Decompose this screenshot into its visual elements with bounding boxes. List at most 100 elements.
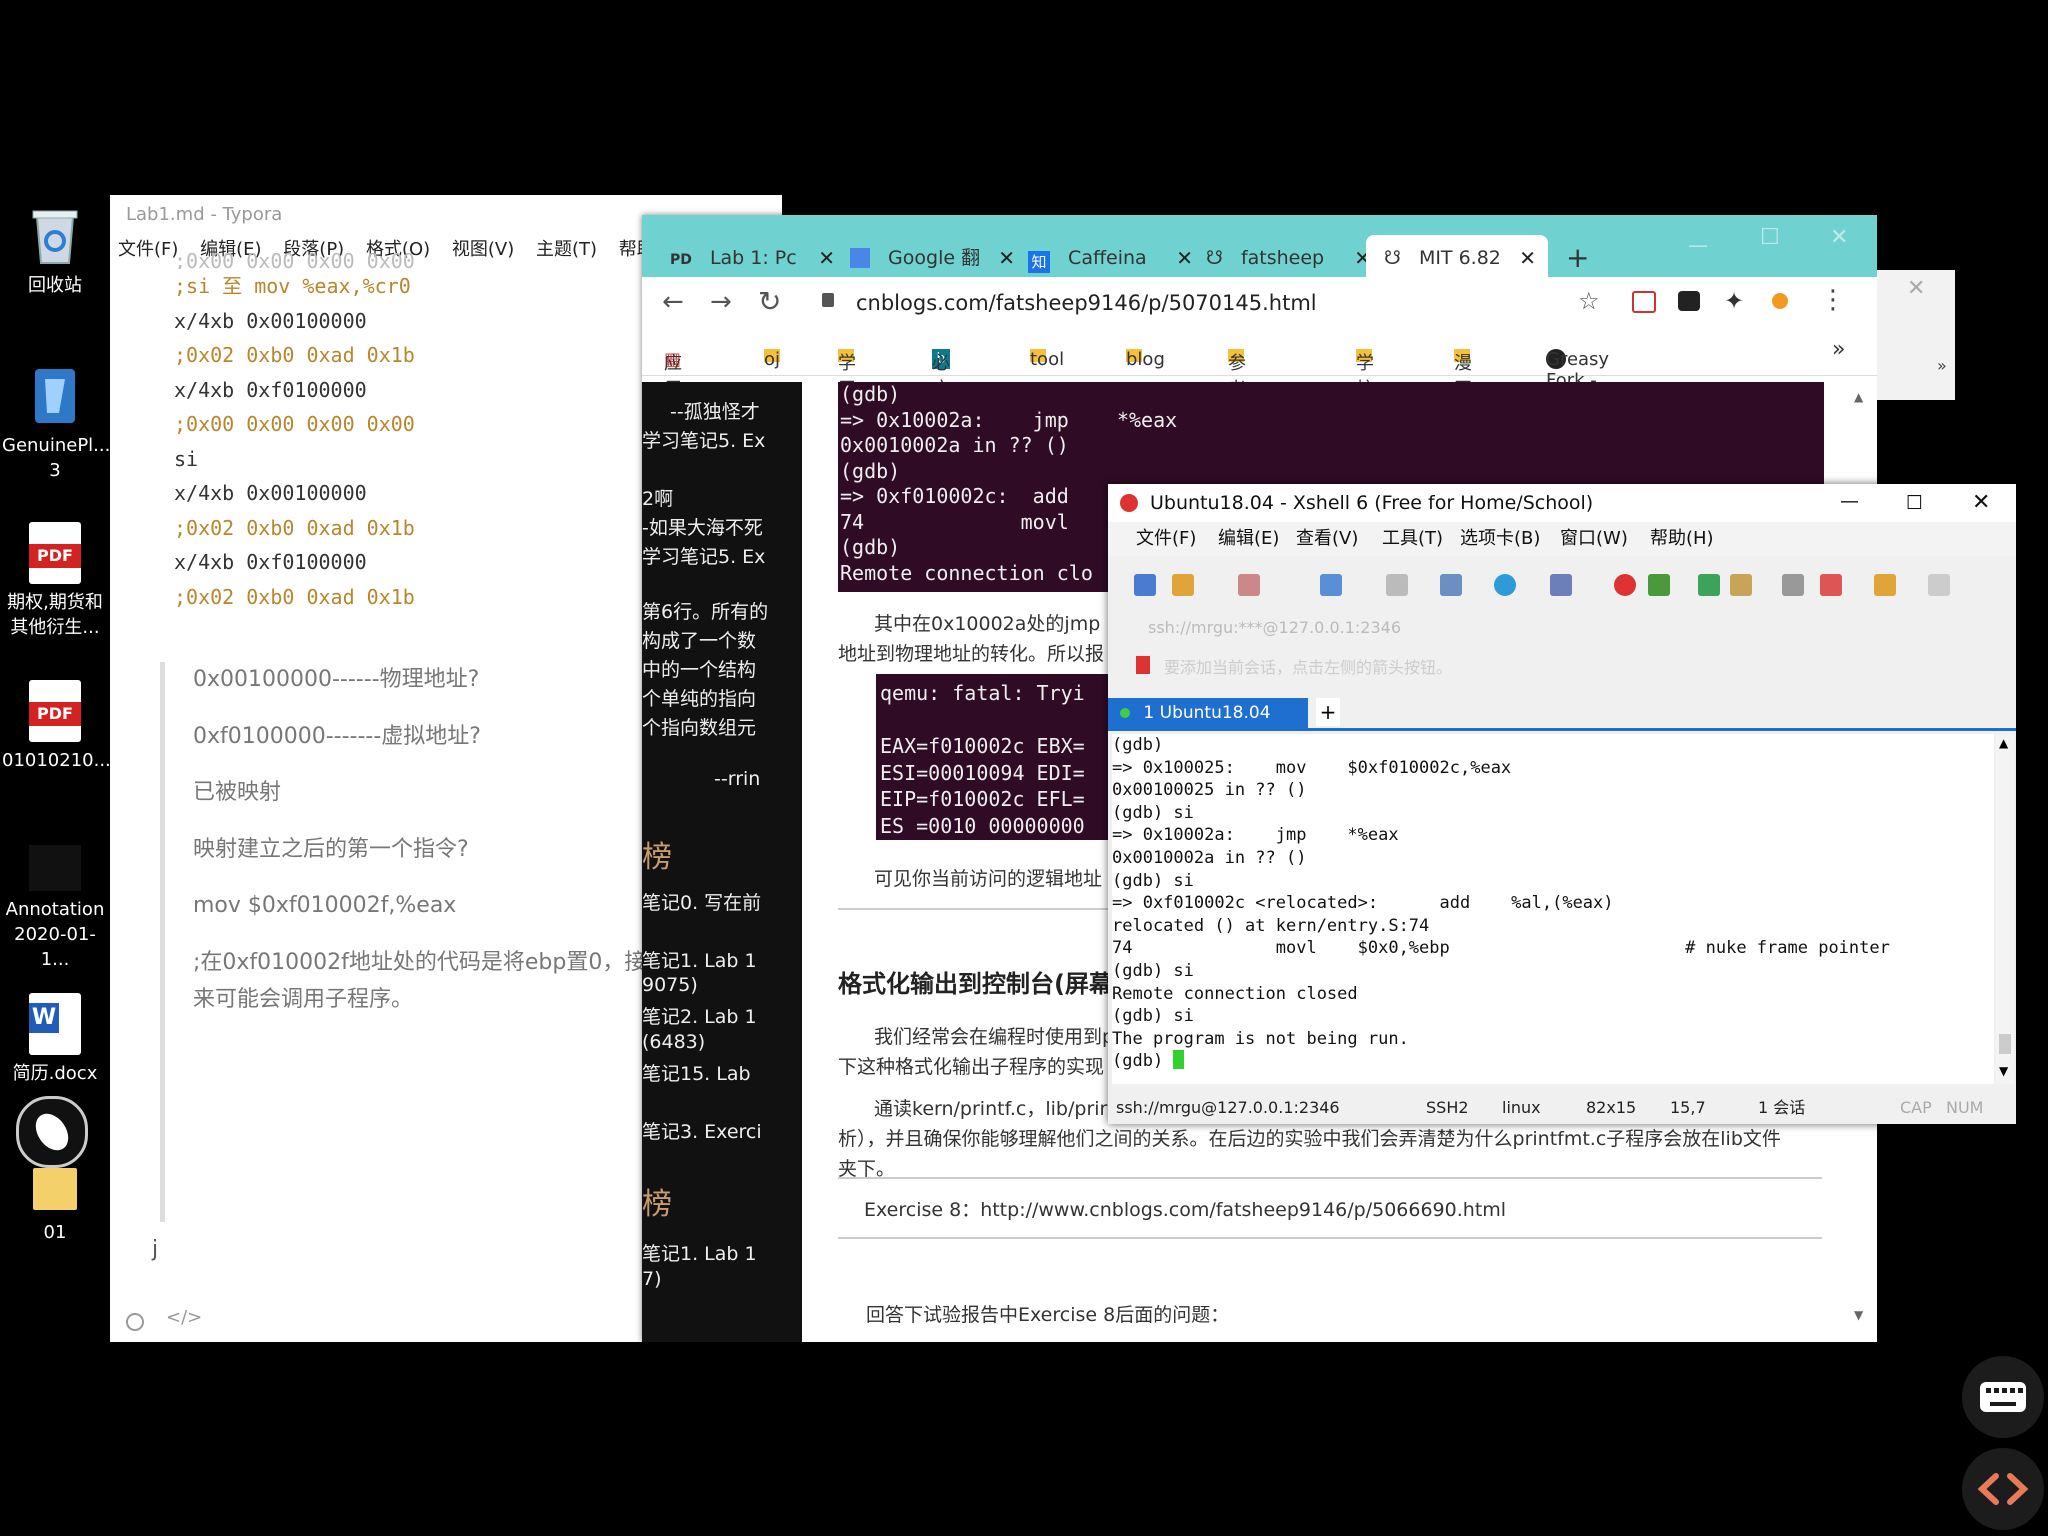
menu-kebab-icon[interactable]: ⋮ (1820, 285, 1846, 315)
sidebar-link[interactable]: 学习笔记5. Ex (642, 542, 765, 569)
desktop-icon-annotation[interactable]: Annotation 2020-01-1... (2, 845, 108, 972)
menu-file[interactable]: 文件(F) (1136, 522, 1196, 556)
help-icon[interactable] (1874, 574, 1896, 596)
xshell-menu-bar: 文件(F) 编辑(E) 查看(V) 工具(T) 选项卡(B) 窗口(W) 帮助(… (1108, 522, 2016, 556)
menu-file[interactable]: 文件(F) (118, 239, 178, 260)
new-session-icon[interactable] (1134, 574, 1156, 596)
maximize-icon[interactable]: ☐ (1906, 484, 1923, 522)
add-tab-button[interactable]: + (1316, 698, 1340, 726)
menu-tabs[interactable]: 选项卡(B) (1460, 522, 1540, 556)
tab-zhihu[interactable]: 知 Caffeina ✕ (1028, 235, 1193, 281)
code-block[interactable]: ;0x00 0x00 0x00 0x00 ;si 至 mov %eax,%cr0 x… (174, 253, 415, 614)
chevron-right-icon[interactable]: » (1937, 356, 1947, 375)
menu-view[interactable]: 视图(V) (452, 239, 514, 260)
desktop-icon-folder[interactable]: 01 (2, 1160, 108, 1245)
app-icon (29, 365, 81, 427)
script-icon[interactable] (1550, 574, 1572, 596)
article-paragraph: 可见你当前访问的逻辑地址 (874, 868, 1103, 890)
code-toggle-button[interactable] (1962, 1448, 2044, 1530)
close-tab-icon[interactable]: ✕ (1176, 235, 1193, 281)
extension-glasses-icon[interactable] (1678, 291, 1700, 311)
desktop-icon-word[interactable]: W 简历.docx (2, 993, 108, 1086)
desktop-icon-pdf-2[interactable]: PDF 01010210... (2, 680, 111, 773)
xshell-window: Ubuntu18.04 - Xshell 6 (Free for Home/Sc… (1108, 484, 2016, 1124)
sidebar-link[interactable]: 笔记1. Lab 1 (642, 946, 757, 973)
minimize-icon[interactable]: — (1840, 482, 1859, 520)
forward-icon[interactable]: → (710, 287, 732, 317)
bookmark-arrow-icon[interactable] (1136, 656, 1150, 674)
terminal-scrollbar[interactable]: ▲ ▼ (1996, 734, 2014, 1084)
transfer-icon[interactable] (1440, 574, 1462, 596)
close-window-icon[interactable]: ✕ (1972, 484, 1990, 522)
article-paragraph: 其中在0x10002a处的jmp (874, 613, 1101, 635)
code-line: ;0x02 0xb0 0xad 0x1b (174, 515, 415, 540)
pdos-icon: PD (670, 252, 692, 268)
layout-icon[interactable] (1928, 574, 1950, 596)
close-tab-icon[interactable]: ✕ (998, 235, 1015, 281)
session-tab[interactable]: 1 Ubuntu18.04 ✕ (1108, 698, 1308, 753)
reload-icon[interactable]: ↻ (758, 285, 781, 318)
menu-theme[interactable]: 主题(T) (536, 239, 597, 260)
google-translate-icon (850, 248, 870, 268)
code-line: ;0x02 0xb0 0xad 0x1b (174, 343, 415, 367)
disconnect-icon[interactable] (1238, 574, 1260, 596)
editor-cursor-line[interactable]: j (152, 1237, 158, 1262)
address-bar[interactable]: ssh://mrgu:***@127.0.0.1:2346 (1148, 618, 1401, 637)
exercise-link[interactable]: Exercise 8：http://www.cnblogs.com/fatshe… (864, 1195, 1506, 1222)
footer-code-icon[interactable]: </> (166, 1307, 202, 1328)
scroll-thumb (1999, 1034, 2011, 1054)
new-tab-button[interactable]: + (1566, 235, 1589, 281)
xshell-red-icon[interactable] (1614, 574, 1636, 596)
pocket-icon[interactable] (1632, 291, 1656, 313)
profile-icon[interactable] (1772, 293, 1788, 309)
menu-tools[interactable]: 工具(T) (1382, 522, 1443, 556)
puzzle-icon[interactable]: ✦ (1724, 287, 1744, 315)
close-window-icon[interactable]: ✕ (1907, 276, 1925, 301)
sidebar-link[interactable]: 学习笔记5. Ex (642, 426, 765, 453)
tab-mit[interactable]: ☋ MIT 6.82 ✕ (1366, 235, 1548, 281)
tab-google-translate[interactable]: Google 翻 ✕ (850, 235, 1015, 281)
footer-circle-icon[interactable] (126, 1313, 144, 1331)
desktop-icon-genuine[interactable]: GenuinePl... 3 (2, 365, 110, 483)
close-window-icon[interactable]: ✕ (1830, 225, 1848, 250)
maximize-icon[interactable]: ☐ (1760, 225, 1780, 250)
bookmarks-more[interactable]: » (1832, 337, 1845, 362)
menu-window[interactable]: 窗口(W) (1560, 522, 1628, 556)
terminal-console[interactable]: (gdb) => 0x100025: mov $0xf010002c,%eax … (1112, 734, 1994, 1084)
back-icon[interactable]: ← (662, 287, 684, 317)
tab-lab1[interactable]: PD Lab 1: Pc ✕ (670, 235, 835, 281)
tab-fatsheep[interactable]: ☋ fatsheep ✕ (1206, 235, 1371, 281)
compose-icon[interactable] (1820, 574, 1842, 596)
menu-edit[interactable]: 编辑(E) (1218, 522, 1279, 556)
window-title: Ubuntu18.04 - Xshell 6 (Free for Home/Sc… (1150, 492, 1594, 514)
lock-icon[interactable] (1730, 574, 1752, 596)
desktop-icon-recycle-bin[interactable]: 回收站 (2, 205, 108, 298)
status-dot-icon (1120, 708, 1130, 718)
status-connection: ssh://mrgu@127.0.0.1:2346 (1116, 1098, 1340, 1117)
open-folder-icon[interactable] (1172, 574, 1194, 596)
code-line: x/4xb 0x00100000 (174, 481, 367, 505)
menu-help[interactable]: 帮助(H) (1650, 522, 1714, 556)
sidebar-link[interactable]: 笔记3. Exerci (642, 1117, 762, 1144)
xftp-icon[interactable] (1648, 574, 1670, 596)
menu-view[interactable]: 查看(V) (1296, 522, 1358, 556)
keyboard-button[interactable] (1962, 1356, 2044, 1438)
globe-icon[interactable] (1494, 574, 1516, 596)
scroll-down-icon[interactable]: ▼ (1854, 1308, 1863, 1322)
sidebar-link[interactable]: 笔记0. 写在前 (642, 888, 761, 915)
fullscreen-icon[interactable] (1698, 574, 1720, 596)
sidebar-link[interactable]: 笔记1. Lab 1 (642, 1239, 757, 1266)
desktop-icon-pdf-1[interactable]: PDF 期权,期货和 其他衍生... (2, 522, 108, 640)
minimize-icon[interactable]: — (1688, 233, 1708, 257)
star-icon[interactable]: ☆ (1578, 287, 1600, 315)
close-tab-icon[interactable]: ✕ (1519, 235, 1536, 281)
url-bar[interactable]: cnblogs.com/fatsheep9146/p/5070145.html (856, 291, 1317, 315)
sidebar-link[interactable]: 笔记15. Lab (642, 1059, 751, 1086)
sidebar-link[interactable]: 笔记2. Lab 1 (642, 1002, 757, 1029)
keyboard-icon[interactable] (1782, 574, 1804, 596)
scroll-up-icon[interactable]: ▲ (1854, 390, 1863, 404)
find-icon[interactable] (1386, 574, 1408, 596)
close-tab-icon[interactable]: ✕ (818, 235, 835, 281)
properties-icon[interactable] (1320, 574, 1342, 596)
mouse-overlay-icon[interactable] (16, 1096, 88, 1168)
